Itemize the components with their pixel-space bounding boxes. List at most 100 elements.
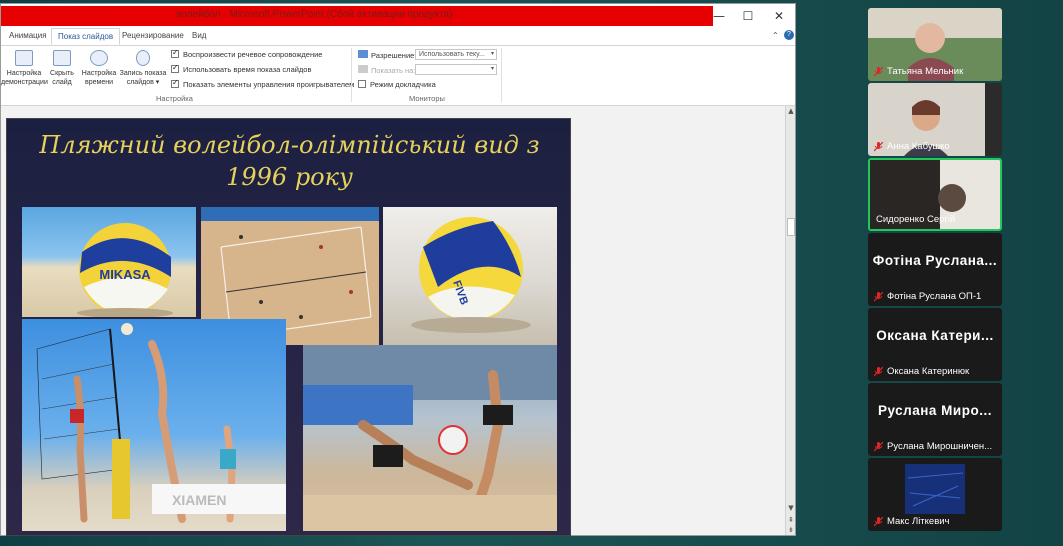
scroll-down-icon[interactable]: ▼ bbox=[786, 504, 795, 512]
group-label-setup: Настройка bbox=[156, 94, 193, 103]
slide: Пляжний волейбол-олімпійський вид з 1996… bbox=[6, 118, 571, 536]
participant-display-name: Оксана Катери... bbox=[876, 328, 994, 343]
monitor-icon bbox=[358, 50, 368, 58]
rehearse-timings-label-1: Настройка bbox=[81, 70, 117, 77]
play-narrations-label: Воспроизвести речевое сопровождение bbox=[183, 50, 323, 59]
slide-title-line-2: 1996 року bbox=[226, 163, 353, 191]
participant-tile[interactable]: Фотіна Руслана... Фотіна Руслана ОП-1 bbox=[868, 233, 1002, 306]
show-media-controls-label: Показать элементы управления проигрывате… bbox=[183, 80, 355, 89]
hide-slide-label-1: Скрыть bbox=[50, 70, 74, 77]
muted-mic-icon bbox=[873, 366, 884, 377]
ribbon: Настройка демонстрации Скрыть слайд Наст… bbox=[1, 46, 795, 106]
window-title: волейбол - Microsoft PowerPoint (Сбой ак… bbox=[176, 9, 453, 20]
checkbox-checked-icon bbox=[171, 63, 179, 73]
participant-display-name: Руслана Миро... bbox=[878, 403, 992, 418]
participant-name-text: Фотіна Руслана ОП-1 bbox=[887, 291, 982, 302]
ribbon-tabs: Анимация Показ слайдов Рецензирование Ви… bbox=[1, 28, 795, 46]
play-narrations-checkbox[interactable]: Воспроизвести речевое сопровождение bbox=[171, 48, 323, 59]
ribbon-separator bbox=[351, 48, 352, 102]
record-label-1: Запись показа bbox=[119, 70, 167, 77]
participant-tile[interactable]: Анна Кабушко bbox=[868, 83, 1002, 156]
ball-brand-text: MIKASA bbox=[99, 267, 151, 282]
resolution-label: Разрешение: bbox=[358, 50, 416, 60]
participant-name: Сидоренко Сергій bbox=[876, 214, 955, 225]
banner-text: XIAMEN bbox=[172, 492, 226, 508]
muted-mic-icon bbox=[873, 141, 884, 152]
resolution-dropdown[interactable]: Использовать теку... ▾ bbox=[415, 49, 497, 60]
help-icon[interactable]: ? bbox=[784, 30, 794, 40]
participant-tile-active-speaker[interactable]: Сидоренко Сергій bbox=[868, 158, 1002, 231]
participant-name: Анна Кабушко bbox=[873, 141, 950, 152]
participant-tile[interactable]: Макс Літкевич bbox=[868, 458, 1002, 531]
players-digging-image bbox=[303, 345, 557, 531]
participant-tile[interactable]: Руслана Миро... Руслана Мирошничен... bbox=[868, 383, 1002, 456]
resolution-value: Использовать теку... bbox=[419, 51, 485, 58]
muted-mic-icon bbox=[873, 441, 884, 452]
participant-name-text: Сидоренко Сергій bbox=[876, 214, 956, 225]
participant-tile[interactable]: Татьяна Мельник bbox=[868, 8, 1002, 81]
previous-slide-icon[interactable]: ⇞ bbox=[786, 516, 795, 524]
participant-name: Фотіна Руслана ОП-1 bbox=[873, 291, 982, 302]
participant-display-name: Фотіна Руслана... bbox=[872, 253, 998, 268]
hide-slide-label-2: слайд bbox=[52, 79, 72, 86]
participant-name: Руслана Мирошничен... bbox=[873, 441, 992, 452]
show-media-controls-checkbox[interactable]: Показать элементы управления проигрывате… bbox=[171, 78, 355, 89]
tab-slide-show[interactable]: Показ слайдов bbox=[51, 28, 121, 45]
collapse-ribbon-icon[interactable]: ⌃ bbox=[772, 31, 779, 40]
participant-tile[interactable]: Оксана Катери... Оксана Катеринюк bbox=[868, 308, 1002, 381]
scroll-up-icon[interactable]: ▲ bbox=[786, 107, 795, 115]
muted-mic-icon bbox=[873, 66, 884, 77]
volleyball-mikasa-image: MIKASA bbox=[77, 223, 173, 317]
setup-show-label-2: демонстрации bbox=[1, 79, 48, 86]
volleyball-fivb-image: FIVB bbox=[411, 217, 531, 333]
photo-dig bbox=[303, 345, 557, 531]
record-slide-show-button[interactable]: Запись показа слайдов ▾ bbox=[118, 50, 168, 87]
setup-show-icon bbox=[15, 50, 33, 66]
muted-mic-icon bbox=[873, 291, 884, 302]
show-on-dropdown[interactable]: ▾ bbox=[415, 64, 497, 75]
close-button[interactable]: ✕ bbox=[765, 7, 793, 25]
tab-view[interactable]: Вид bbox=[192, 31, 206, 40]
hide-slide-icon bbox=[53, 50, 71, 66]
record-icon bbox=[136, 50, 150, 66]
hide-slide-button[interactable]: Скрыть слайд bbox=[47, 50, 77, 87]
participant-name: Оксана Катеринюк bbox=[873, 366, 970, 377]
next-slide-icon[interactable]: ⇟ bbox=[786, 526, 795, 534]
minimize-button[interactable]: — bbox=[705, 7, 733, 25]
participant-name-text: Оксана Катеринюк bbox=[887, 366, 970, 377]
monitor-icon bbox=[358, 65, 368, 73]
tab-review[interactable]: Рецензирование bbox=[122, 31, 184, 40]
presenter-view-label: Режим докладчика bbox=[370, 80, 436, 89]
ribbon-separator bbox=[501, 48, 502, 102]
checkbox-checked-icon bbox=[171, 78, 179, 88]
muted-mic-icon bbox=[873, 516, 884, 527]
slide-title: Пляжний волейбол-олімпійський вид з 1996… bbox=[7, 129, 572, 193]
record-label-2: слайдов ▾ bbox=[126, 79, 160, 86]
presenter-view-checkbox[interactable]: Режим докладчика bbox=[358, 80, 436, 89]
rehearse-timings-button[interactable]: Настройка времени bbox=[79, 50, 119, 87]
setup-show-label-1: Настройка bbox=[6, 70, 42, 77]
participant-name: Татьяна Мельник bbox=[873, 66, 963, 77]
maximize-button[interactable]: ☐ bbox=[734, 7, 762, 25]
setup-show-button[interactable]: Настройка демонстрации bbox=[1, 50, 48, 87]
checkbox-checked-icon bbox=[171, 48, 179, 58]
show-on-label-text: Показать на: bbox=[371, 66, 416, 75]
use-timings-label: Использовать время показа слайдов bbox=[183, 65, 312, 74]
photo-ball-on-sand: MIKASA bbox=[22, 207, 196, 317]
show-on-label: Показать на: bbox=[358, 65, 415, 75]
photo-net-spike: XIAMEN bbox=[22, 319, 286, 531]
group-label-monitors: Мониторы bbox=[409, 94, 445, 103]
scroll-thumb[interactable] bbox=[787, 218, 795, 236]
rehearse-timings-icon bbox=[90, 50, 108, 66]
checkbox-unchecked-icon bbox=[358, 80, 366, 88]
tab-animation[interactable]: Анимация bbox=[9, 31, 47, 40]
slide-title-line-1: Пляжний волейбол-олімпійський вид з bbox=[39, 131, 540, 159]
resolution-label-text: Разрешение: bbox=[371, 51, 417, 60]
chevron-down-icon: ▾ bbox=[490, 51, 494, 57]
use-timings-checkbox[interactable]: Использовать время показа слайдов bbox=[171, 63, 312, 74]
rehearse-timings-label-2: времени bbox=[85, 79, 113, 86]
participant-name: Макс Літкевич bbox=[873, 516, 950, 527]
participant-name-text: Анна Кабушко bbox=[887, 141, 950, 152]
chevron-down-icon: ▾ bbox=[490, 66, 494, 72]
vertical-scrollbar[interactable]: ▲ ▼ ⇞ ⇟ bbox=[785, 106, 795, 535]
